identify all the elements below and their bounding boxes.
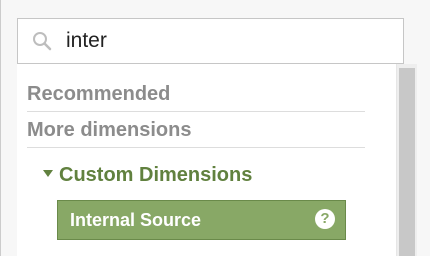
help-icon[interactable]: ? — [315, 209, 335, 229]
group-custom-dimensions[interactable]: Custom Dimensions — [43, 160, 252, 190]
scrollbar[interactable] — [397, 64, 417, 256]
section-more-dimensions[interactable]: More dimensions — [27, 114, 365, 148]
list-item-internal-source[interactable]: Internal Source ? — [57, 200, 346, 240]
search-input[interactable] — [66, 19, 396, 63]
scrollbar-thumb[interactable] — [399, 68, 415, 256]
group-label: Custom Dimensions — [59, 164, 253, 186]
dimension-list: Recommended More dimensions Custom Dimen… — [17, 64, 397, 256]
dimension-picker-panel: Recommended More dimensions Custom Dimen… — [0, 0, 430, 256]
caret-down-icon — [43, 170, 53, 178]
section-recommended[interactable]: Recommended — [27, 78, 365, 112]
search-box[interactable] — [17, 18, 404, 64]
search-icon — [33, 32, 52, 51]
list-item-label: Internal Source — [70, 210, 202, 230]
